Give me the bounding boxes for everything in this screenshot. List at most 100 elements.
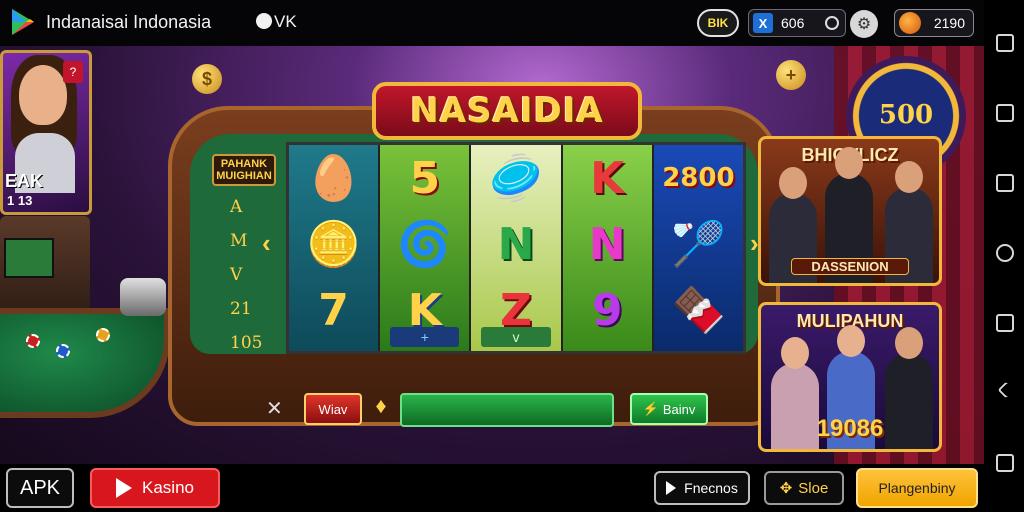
reel-1: 🥚 🪙 7	[289, 145, 381, 351]
coin-icon: X	[753, 13, 773, 33]
screenshot-icon[interactable]	[996, 34, 1014, 52]
reel-symbol: 🥏	[488, 154, 544, 203]
reel-symbol: K	[590, 152, 625, 204]
reel-symbol: 7	[318, 284, 349, 336]
coin-bonus-icon[interactable]: $	[192, 64, 222, 94]
card-title: EAK	[5, 171, 44, 191]
reel-4: K N 9	[562, 145, 654, 351]
settings-button[interactable]: ⚙	[850, 10, 878, 38]
reel-symbol: 5	[409, 152, 441, 204]
bik-badge[interactable]: BIK	[697, 9, 739, 37]
promo-character-head	[781, 337, 809, 369]
side-machine-screen	[4, 238, 54, 278]
add-bonus-icon[interactable]: +	[776, 60, 806, 90]
coins-value: 606	[781, 15, 805, 31]
gems-counter[interactable]: 2190	[894, 9, 974, 37]
reel-symbol: 🏸	[671, 220, 726, 269]
spin-bar[interactable]	[400, 393, 614, 427]
wrench-icon[interactable]: ✕	[266, 396, 292, 422]
play-icon	[116, 478, 132, 498]
app-title: Indanaisai Indonasia	[46, 12, 212, 32]
reel-symbol: 9	[591, 284, 623, 336]
reel-symbol: 🪙	[306, 220, 361, 269]
window-icon[interactable]	[996, 104, 1014, 122]
slot-reels: 🥚 🪙 7 5 🌀 K + 🥏 N Z v K N 9 2800 🏸 🍫	[286, 142, 746, 354]
paytable-row: A	[230, 197, 243, 217]
gems-value: 2190	[933, 15, 965, 31]
bet-button-label: Wiav	[318, 401, 348, 417]
gem-icon	[899, 12, 921, 34]
lightning-icon: ⚡	[642, 401, 659, 416]
paytable-row: 21	[230, 299, 252, 319]
fenecnos-button[interactable]: Fnecnos	[654, 471, 750, 505]
home-icon[interactable]	[996, 244, 1014, 262]
trophy-icon[interactable]: ♦	[372, 393, 390, 425]
gear-icon: ⚙	[856, 16, 872, 33]
vk-link[interactable]: VK	[256, 12, 297, 32]
bonus-button-label: Bainv	[662, 401, 696, 417]
reel-symbol: 2800	[662, 163, 735, 193]
chip-icon	[56, 344, 70, 358]
top-bar: Indanaisai Indonasia VK BIK X 606 ⚙ 2190	[0, 0, 984, 46]
reel-footer: +	[390, 327, 460, 347]
paytable-row: V	[230, 265, 243, 285]
chip-icon	[96, 328, 110, 342]
play-store-icon[interactable]	[8, 7, 38, 37]
apk-button[interactable]: APK	[6, 468, 74, 508]
apk-label: APK	[19, 476, 61, 499]
share-icon[interactable]	[996, 174, 1014, 192]
lever-knob[interactable]	[120, 278, 166, 316]
fenecnos-label: Fnecnos	[684, 480, 738, 496]
back-icon[interactable]	[997, 381, 1015, 399]
promo-character-head	[835, 147, 863, 179]
card-subtitle: 1 13	[7, 193, 33, 208]
reel-footer-label: v	[512, 329, 520, 345]
chip-icon	[26, 334, 40, 348]
promo-jackpot-value: 19086	[816, 415, 884, 442]
reel-symbol: 🍫	[671, 286, 726, 335]
vk-icon	[256, 13, 272, 29]
play-now-button[interactable]: Plangenbiny	[856, 468, 978, 508]
bet-button[interactable]: Wiav	[304, 393, 362, 425]
reel-3: 🥏 N Z v	[471, 145, 563, 351]
reel-symbol: N	[497, 218, 535, 270]
paytable-row: 105	[230, 333, 263, 353]
promo-character-head	[779, 167, 807, 199]
system-rail	[984, 0, 1024, 512]
add-coins-icon[interactable]	[825, 16, 839, 30]
poker-table	[0, 308, 170, 418]
game-title-banner: NASAIDIA	[372, 82, 642, 140]
promo-card-jackpot[interactable]: MULIPAHUN 19086	[758, 302, 942, 452]
reel-2: 5 🌀 K +	[380, 145, 472, 351]
play-icon	[666, 481, 677, 495]
reel-symbol: 🌀	[397, 220, 453, 269]
rotate-icon[interactable]	[996, 314, 1014, 332]
coins-counter[interactable]: X 606	[748, 9, 846, 37]
bottom-bar: APK Kasino Fnecnos ✥ Sloe Plangenbiny	[0, 464, 984, 512]
reel-symbol: N	[588, 218, 626, 270]
paytable-heading: PAHANK MUIGHIAN	[212, 154, 276, 186]
promo-footer: DASSENION	[791, 258, 909, 275]
promo-card-gangsters[interactable]: BHIOVLICZ DASSENION	[758, 136, 942, 286]
promo-character-head	[895, 327, 923, 359]
game-title: NASAIDIA	[410, 91, 604, 131]
promo-character-head	[837, 325, 865, 357]
kasino-button[interactable]: Kasino	[90, 468, 220, 508]
recents-icon[interactable]	[996, 454, 1014, 472]
bonus-button[interactable]: ⚡ Bainv	[630, 393, 708, 425]
reel-left-arrow[interactable]: ‹	[262, 228, 271, 259]
wheel-label: 500	[878, 100, 934, 130]
kasino-label: Kasino	[142, 478, 194, 497]
slot-icon: ✥	[779, 480, 793, 497]
reel-5: 2800 🏸 🍫	[653, 145, 744, 351]
play-now-label: Plangenbiny	[878, 480, 956, 496]
character-face	[19, 65, 67, 125]
card-tag[interactable]: ?	[63, 61, 83, 83]
reel-footer-label: +	[420, 329, 429, 345]
character-card[interactable]: ? EAK 1 13	[0, 50, 92, 215]
slots-button[interactable]: ✥ Sloe	[764, 471, 844, 505]
vk-label: VK	[274, 12, 297, 31]
promo-character-head	[895, 161, 923, 193]
reel-symbol: 🥚	[306, 154, 361, 203]
reel-footer: v	[481, 327, 551, 347]
